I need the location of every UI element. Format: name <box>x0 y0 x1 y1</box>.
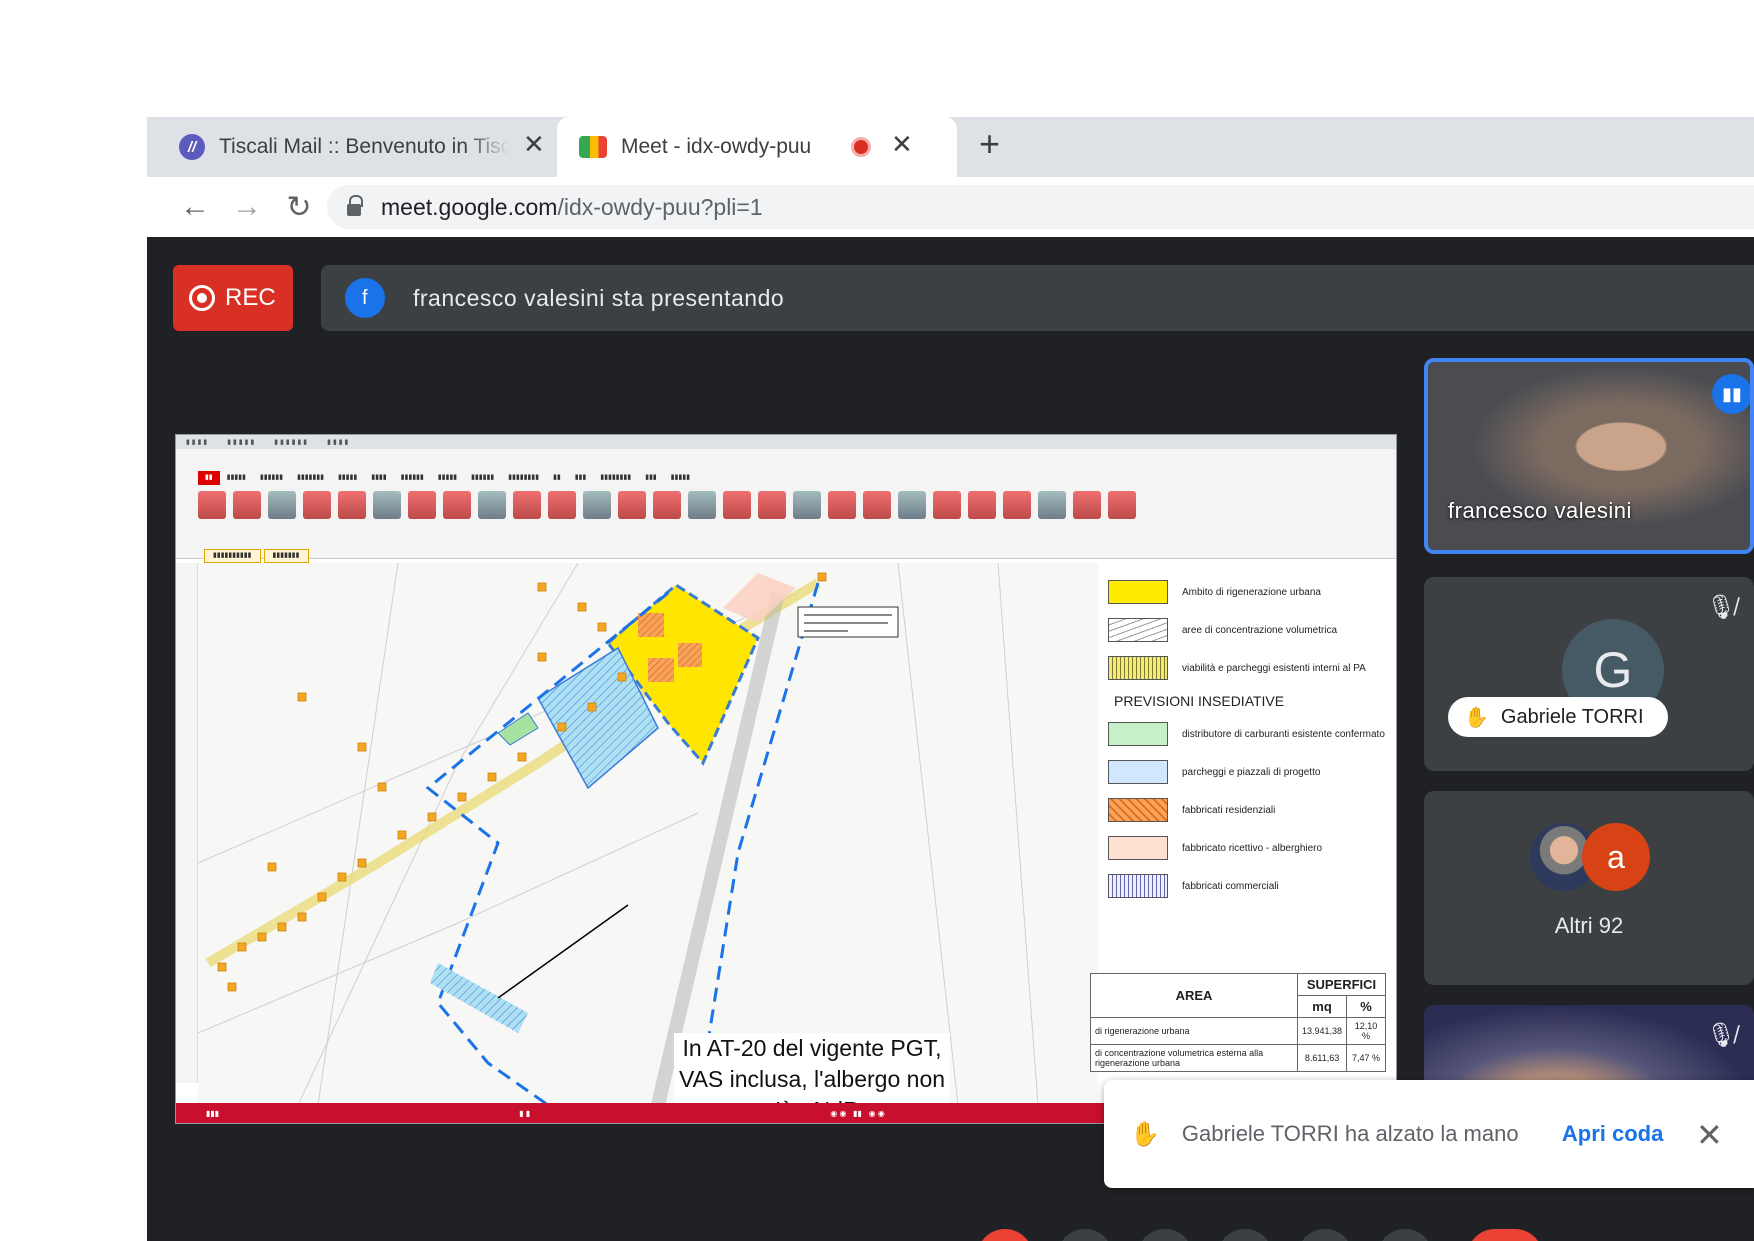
recording-indicator-icon <box>851 137 871 157</box>
legend-item: fabbricati residenziali <box>1108 791 1388 829</box>
planning-map <box>197 562 1098 1107</box>
legend-label: fabbricati residenziali <box>1182 804 1276 816</box>
legend-swatch <box>1108 722 1168 746</box>
url-host: meet.google.com <box>381 193 558 220</box>
meet-icon <box>579 136 607 158</box>
participant-name: Gabriele TORRI <box>1500 705 1644 728</box>
map-legend: Ambito di rigenerazione urbana aree di c… <box>1098 563 1396 973</box>
legend-label: Ambito di rigenerazione urbana <box>1182 586 1321 598</box>
table-cell: 13.941,38 <box>1297 1017 1348 1045</box>
legend-swatch <box>1108 874 1168 898</box>
mic-off-icon: 🎙︎̸ <box>1706 594 1737 621</box>
record-icon <box>189 285 215 311</box>
toast-text: Gabriele TORRI ha alzato la mano <box>1181 1121 1519 1146</box>
browser-toolbar: ← → ↻ meet.google.com/idx-owdy-puu?pli=1 <box>147 177 1754 237</box>
legend-swatch <box>1108 580 1168 604</box>
document-tabs: ▮▮▮▮▮▮▮▮▮▮ ▮▮▮▮▮▮▮ <box>204 549 312 563</box>
raised-hand-toast: ✋ Gabriele TORRI ha alzato la mano Apri … <box>1104 1080 1754 1188</box>
close-icon[interactable]: ✕ <box>1696 1116 1723 1154</box>
tab-title: Tiscali Mail :: Benvenuto in Tiscali <box>219 135 509 158</box>
browser-chrome: // Tiscali Mail :: Benvenuto in Tiscali … <box>147 117 1754 237</box>
presenter-avatar: f <box>345 278 385 318</box>
mic-off-icon: 🎙︎̸ <box>1706 1022 1737 1049</box>
tab-title: Meet - idx-owdy-puu <box>621 135 812 158</box>
meet-stage: REC f francesco valesini sta presentando… <box>147 237 1754 1241</box>
close-tab-icon[interactable]: ✕ <box>523 129 545 160</box>
presentation-banner: f francesco valesini sta presentando <box>321 265 1754 331</box>
table-cell: di rigenerazione urbana <box>1089 1017 1299 1045</box>
address-bar[interactable]: meet.google.com/idx-owdy-puu?pli=1 <box>327 185 1754 229</box>
mic-button[interactable] <box>977 1229 1033 1241</box>
open-queue-button[interactable]: Apri coda <box>1562 1121 1663 1147</box>
table-cell: di concentrazione volumetrica esterna al… <box>1089 1044 1299 1072</box>
url-path: /idx-owdy-puu?pli=1 <box>557 193 763 220</box>
app-ribbon: ▮▮ ▮▮▮▮▮ ▮▮▮▮▮▮ ▮▮▮▮▮▮▮ ▮▮▮▮▮ ▮▮▮▮ ▮▮▮▮▮▮ ▮▮▮▮▮… <box>176 449 1396 559</box>
back-arrow-icon[interactable]: ← <box>169 190 221 224</box>
more-options-button[interactable] <box>1377 1229 1433 1241</box>
legend-item: viabilità e parcheggi esistenti interni … <box>1108 649 1388 687</box>
legend-label: fabbricati commerciali <box>1182 880 1279 892</box>
shared-screen: ▮ ▮ ▮ ▮ ▮ ▮ ▮ ▮ ▮ ▮ ▮ ▮ ▮ ▮ ▮ ▮ ▮ ▮ ▮ ▮▮ ▮▮▮… <box>175 434 1397 1124</box>
raised-hand-badge: ✋ Gabriele TORRI <box>1448 697 1668 737</box>
legend-item: Ambito di rigenerazione urbana <box>1108 573 1388 611</box>
raise-hand-button[interactable] <box>1217 1229 1273 1241</box>
ribbon-menu: ▮▮ ▮▮▮▮▮ ▮▮▮▮▮▮ ▮▮▮▮▮▮▮ ▮▮▮▮▮ ▮▮▮▮ ▮▮▮▮▮▮ ▮▮▮▮▮… <box>198 471 697 485</box>
reload-icon[interactable]: ↻ <box>273 190 325 225</box>
legend-item: fabbricato ricettivo - alberghiero <box>1108 829 1388 867</box>
lock-icon <box>347 195 363 216</box>
legend-item: aree di concentrazione volumetrica <box>1108 611 1388 649</box>
table-header-area: AREA <box>1089 973 1299 1018</box>
raised-hand-icon: ✋ <box>1130 1120 1160 1148</box>
legend-label: parcheggi e piazzali di progetto <box>1182 766 1321 778</box>
forward-arrow-icon[interactable]: → <box>221 190 273 224</box>
legend-section-title: PREVISIONI INSEDIATIVE <box>1114 693 1285 709</box>
area-table: AREA SUPERFICI mq % di rigenerazione urb… <box>1089 973 1386 1072</box>
camera-button[interactable] <box>1057 1229 1113 1241</box>
tiscali-icon: // <box>179 134 205 160</box>
table-header-superfici: SUPERFICI <box>1297 973 1386 996</box>
recording-badge[interactable]: REC <box>173 265 293 331</box>
side-tools <box>176 563 198 1083</box>
leave-call-button[interactable] <box>1467 1229 1543 1241</box>
participant-tile-speaker[interactable]: ▮▮ francesco valesini <box>1424 358 1754 554</box>
inner-browser-tabs: ▮ ▮ ▮ ▮ ▮ ▮ ▮ ▮ ▮ ▮ ▮ ▮ ▮ ▮ ▮ ▮ ▮ ▮ ▮ <box>176 435 1396 449</box>
legend-swatch <box>1108 798 1168 822</box>
legend-label: viabilità e parcheggi esistenti interni … <box>1182 662 1366 674</box>
present-button[interactable] <box>1297 1229 1353 1241</box>
legend-swatch <box>1108 618 1168 642</box>
table-row: di concentrazione volumetrica esterna al… <box>1089 1044 1386 1072</box>
others-count: Altri 92 <box>1554 913 1624 938</box>
tab-meet[interactable]: Meet - idx-owdy-puu ✕ <box>557 117 957 177</box>
table-cell: 7,47 % <box>1346 1044 1386 1072</box>
captions-button[interactable] <box>1137 1229 1193 1241</box>
table-row: di rigenerazione urbana 13.941,38 12,10 … <box>1089 1017 1386 1045</box>
table-cell: 12,10 % <box>1346 1017 1386 1045</box>
tab-tiscali-mail[interactable]: // Tiscali Mail :: Benvenuto in Tiscali … <box>147 117 551 177</box>
legend-swatch <box>1108 836 1168 860</box>
legend-swatch <box>1108 656 1168 680</box>
legend-item: parcheggi e piazzali di progetto <box>1108 753 1388 791</box>
participant-tile-others[interactable]: a Altri 92 <box>1424 791 1754 985</box>
table-header-pct: % <box>1346 995 1386 1018</box>
participant-name: francesco valesini <box>1448 498 1632 523</box>
legend-item: fabbricati commerciali <box>1108 867 1388 905</box>
raised-hand-icon: ✋ <box>1464 706 1489 729</box>
map-drawing <box>197 562 1039 1107</box>
speaking-indicator-icon: ▮▮ <box>1712 374 1750 414</box>
ribbon-toolbar <box>198 491 1386 545</box>
legend-swatch <box>1108 760 1168 784</box>
legend-item: distributore di carburanti esistente con… <box>1108 715 1388 753</box>
legend-label: aree di concentrazione volumetrica <box>1182 624 1338 636</box>
rec-label: REC <box>225 284 276 311</box>
avatar: a <box>1582 823 1650 891</box>
close-tab-icon[interactable]: ✕ <box>891 129 913 160</box>
table-header-mq: mq <box>1297 995 1348 1018</box>
presenting-text: francesco valesini sta presentando <box>413 284 785 311</box>
new-tab-button[interactable]: + <box>979 123 1000 165</box>
table-cell: 8.611,63 <box>1297 1044 1348 1072</box>
legend-label: fabbricato ricettivo - alberghiero <box>1182 842 1323 854</box>
legend-label: distributore di carburanti esistente con… <box>1182 728 1385 740</box>
participant-tile-gabriele[interactable]: 🎙︎̸ G ✋ Gabriele TORRI <box>1424 577 1754 771</box>
